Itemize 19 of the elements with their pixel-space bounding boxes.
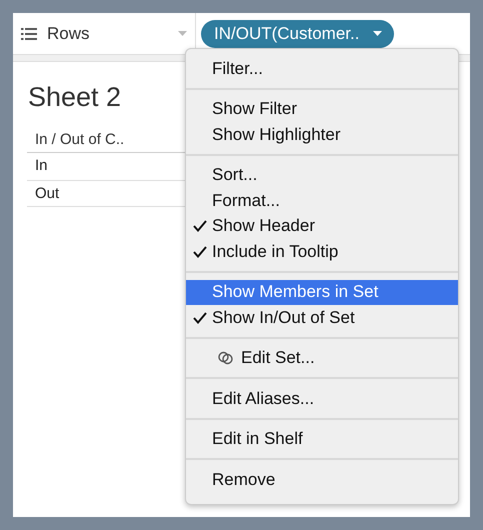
caret-icon [373, 31, 382, 36]
menu-item[interactable]: Show In/Out of Set [186, 305, 458, 330]
menu-item[interactable]: Include in Tooltip [186, 239, 458, 264]
menu-item[interactable]: Edit Aliases... [186, 386, 458, 412]
menu-item[interactable]: Remove [186, 467, 458, 492]
sheet-title: Sheet 2 [28, 82, 122, 113]
menu-item[interactable]: Show Header [186, 214, 458, 239]
rows-pill[interactable]: IN/OUT(Customer.. [201, 20, 394, 48]
menu-item[interactable]: Show Filter [186, 96, 458, 122]
menu-item[interactable]: Format... [186, 188, 458, 214]
list-icon [21, 28, 37, 40]
menu-item[interactable]: Sort... [186, 162, 458, 188]
menu-item[interactable]: Edit Set... [186, 346, 458, 371]
menu-item[interactable]: Show Highlighter [186, 122, 458, 148]
menu-item[interactable]: Filter... [186, 56, 458, 82]
menu-item[interactable]: Show Members in Set [186, 280, 458, 305]
menu-item[interactable]: Edit in Shelf [186, 426, 458, 452]
set-icon [218, 351, 233, 366]
caret-icon [178, 31, 187, 36]
